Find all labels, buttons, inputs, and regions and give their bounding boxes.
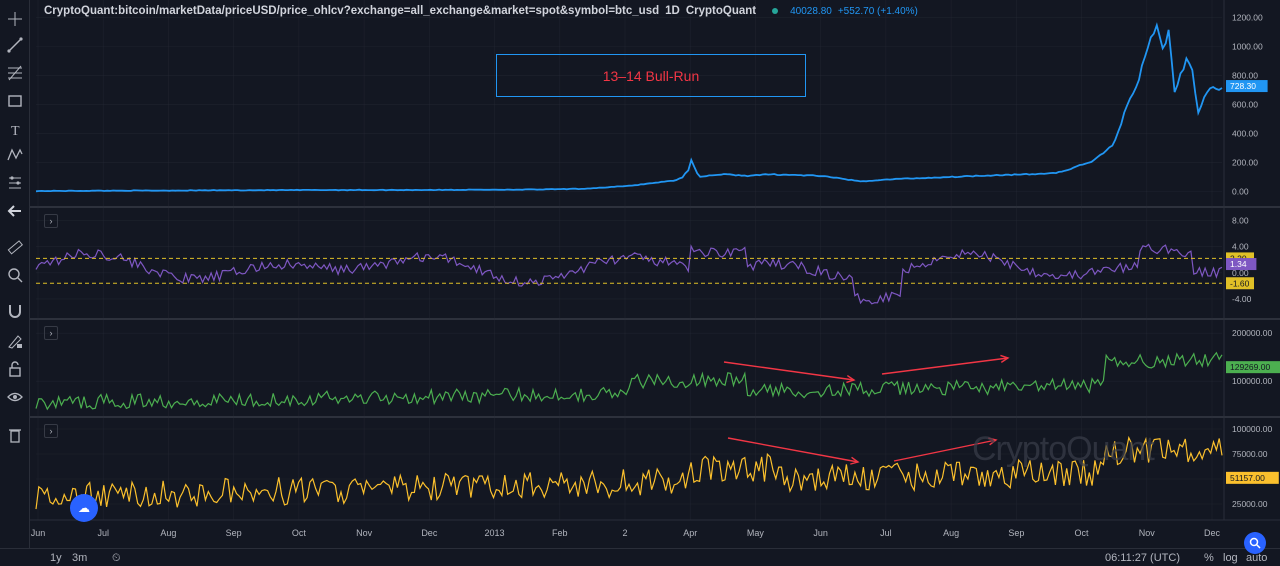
range-1y-button[interactable]: 1y [50, 552, 62, 564]
last-value-label: 51157.00 [1230, 473, 1265, 483]
measure-icon [9, 176, 21, 189]
pattern-tool-button[interactable] [4, 144, 26, 166]
lock-draw-icon [8, 335, 22, 349]
pane-collapse-button[interactable]: › [44, 424, 58, 438]
goto-date-icon[interactable]: ⏲ [112, 552, 121, 565]
zoom-icon [8, 268, 23, 283]
time-tick-label: Jun [31, 528, 46, 538]
last-value-label: 129269.00 [1230, 362, 1270, 372]
price-series-line [35, 22, 1223, 193]
cloud-logo-icon[interactable]: ☁ [70, 494, 98, 522]
bottom-bar: 1y 3m ⏲ 06:11:27 (UTC) % log auto [0, 548, 1280, 566]
time-tick-label: Oct [292, 528, 307, 538]
trend-arrow [881, 357, 1009, 375]
text-icon: T [11, 124, 20, 138]
magnet-tool-button[interactable] [4, 300, 26, 322]
time-tick-label: Oct [1075, 528, 1090, 538]
time-tick-label: Jul [97, 528, 109, 538]
oscillator-series-line [35, 243, 1223, 305]
status-dot-icon [772, 8, 779, 14]
price-tick-label: -4.00 [1232, 294, 1252, 304]
rectangle-icon [8, 95, 22, 107]
last-value-label: 1.34 [1230, 259, 1247, 269]
time-tick-label: Feb [552, 528, 568, 538]
time-tick-label: Aug [943, 528, 959, 538]
legend-change: +552.70 (+1.40%) [837, 5, 918, 17]
chart-legend: CryptoQuant:bitcoin/marketData/priceUSD/… [44, 5, 918, 17]
annotation-box[interactable]: 13–14 Bull-Run [496, 54, 806, 97]
time-tick-label: Nov [1139, 528, 1156, 538]
time-tick-label: Sep [1008, 528, 1024, 538]
time-tick-label: Jul [880, 528, 892, 538]
range-3m-button[interactable]: 3m [72, 552, 87, 564]
chart-area[interactable]: Jun Jul Aug Sep Oct Nov Dec 2013 Feb 2 Apr May Jun Ju… [30, 0, 1280, 548]
percent-toggle[interactable]: % [1204, 552, 1214, 564]
fib-icon [8, 65, 22, 81]
legend-value: 40028.80 [790, 5, 832, 17]
legend-interval[interactable]: 1D [665, 5, 680, 17]
time-tick-label: Nov [356, 528, 373, 538]
lock-tool-button[interactable] [4, 358, 26, 380]
price-tick-label: 100000.00 [1232, 424, 1272, 434]
eye-tool-button[interactable] [4, 386, 26, 408]
price-tick-label: 1000.00 [1232, 42, 1263, 52]
watermark: CryptoQuant [972, 430, 1155, 468]
rectangle-tool-button[interactable] [4, 90, 26, 112]
drawing-toolbar: T [0, 0, 30, 548]
trendline-tool-button[interactable] [4, 34, 26, 56]
lock-draw-tool-button[interactable] [4, 330, 26, 352]
time-tick-label: Sep [226, 528, 242, 538]
time-tick-label: Aug [160, 528, 176, 538]
ruler-tool-button[interactable] [4, 236, 26, 258]
price-tick-label: 8.00 [1232, 216, 1249, 226]
legend-source: CryptoQuant [685, 5, 757, 17]
trash-icon [9, 429, 21, 443]
time-tick-label: 2013 [485, 528, 505, 538]
price-tick-label: 400.00 [1232, 129, 1258, 139]
search-icon [1249, 537, 1261, 549]
fib-tool-button[interactable] [4, 62, 26, 84]
price-tick-label: 100000.00 [1232, 376, 1272, 386]
pattern-icon [7, 148, 23, 161]
time-tick-label: Apr [683, 528, 697, 538]
trash-tool-button[interactable] [4, 424, 26, 446]
time-tick-label: Dec [421, 528, 438, 538]
zoom-tool-button[interactable] [4, 264, 26, 286]
crosshair-icon [8, 12, 22, 26]
magnet-icon [9, 305, 21, 318]
price-tick-label: 1200.00 [1232, 13, 1263, 23]
price-tick-label: 200000.00 [1232, 328, 1272, 338]
svg-text:T: T [11, 124, 20, 138]
annotation-text: 13–14 Bull-Run [602, 67, 700, 84]
back-arrow-tool-button[interactable] [4, 200, 26, 222]
price-tick-label: 0.00 [1232, 187, 1249, 197]
time-tick-label: May [747, 528, 765, 538]
price-tick-label: 4.00 [1232, 242, 1249, 252]
threshold-label: -1.60 [1230, 278, 1250, 288]
search-zoom-button[interactable] [1244, 532, 1266, 554]
time-tick-label: 2 [622, 528, 627, 538]
legend-symbol[interactable]: CryptoQuant:bitcoin/marketData/priceUSD/… [44, 5, 659, 17]
price-tick-label: 75000.00 [1232, 449, 1268, 459]
price-tick-label: 200.00 [1232, 158, 1258, 168]
ruler-icon [7, 240, 23, 255]
price-tick-label: 800.00 [1232, 71, 1258, 81]
eye-icon [7, 392, 23, 402]
text-tool-button[interactable]: T [4, 118, 26, 140]
time-tick-label: Jun [813, 528, 828, 538]
price-tick-label: 25000.00 [1232, 499, 1268, 509]
log-toggle[interactable]: log [1223, 552, 1238, 564]
clock-time[interactable]: 06:11:27 (UTC) [1105, 552, 1180, 564]
time-tick-label: Dec [1204, 528, 1221, 538]
crosshair-tool-button[interactable] [4, 8, 26, 30]
back-arrow-icon [7, 205, 21, 217]
trend-arrow [727, 437, 859, 463]
pane-collapse-button[interactable]: › [44, 214, 58, 228]
measure-tool-button[interactable] [4, 172, 26, 194]
pane-collapse-button[interactable]: › [44, 326, 58, 340]
lock-icon [9, 361, 21, 377]
last-value-label: 728.30 [1230, 81, 1256, 91]
price-tick-label: 600.00 [1232, 100, 1258, 110]
trendline-icon [7, 37, 23, 53]
